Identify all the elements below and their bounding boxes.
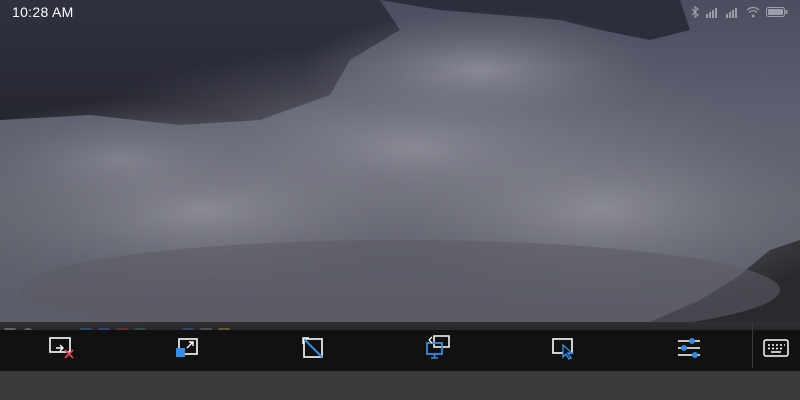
mountain-clouds-image: [0, 0, 800, 330]
mouse-pointer-icon: [552, 338, 574, 360]
wifi-icon: [746, 6, 760, 18]
fit-screen-button[interactable]: [167, 331, 207, 365]
keyboard-button[interactable]: [756, 331, 796, 365]
bluetooth-icon: [691, 6, 699, 18]
toolbar-divider: [752, 322, 753, 368]
desktop-wallpaper: [0, 0, 800, 330]
signal-icon: [726, 8, 737, 18]
mouse-mode-button[interactable]: [544, 331, 584, 365]
clock-time: 10:28 AM: [12, 4, 74, 20]
sliders-icon: [678, 338, 700, 358]
status-icons: [690, 6, 788, 18]
switch-display-button[interactable]: [418, 331, 458, 365]
original-size-button[interactable]: [293, 331, 333, 365]
settings-button[interactable]: [669, 331, 709, 365]
original-size-icon: [302, 337, 323, 358]
screen-disconnect-icon: [49, 337, 74, 359]
signal-icon: [706, 8, 717, 18]
switch-display-icon: [426, 335, 450, 359]
disconnect-button[interactable]: [42, 331, 82, 365]
status-bar: 10:28 AM: [0, 0, 800, 24]
battery-icon: [766, 7, 788, 17]
fit-screen-icon: [176, 338, 198, 357]
keyboard-icon: [763, 339, 789, 357]
bottom-strip: [0, 371, 800, 400]
remote-toolbar: [0, 330, 800, 371]
